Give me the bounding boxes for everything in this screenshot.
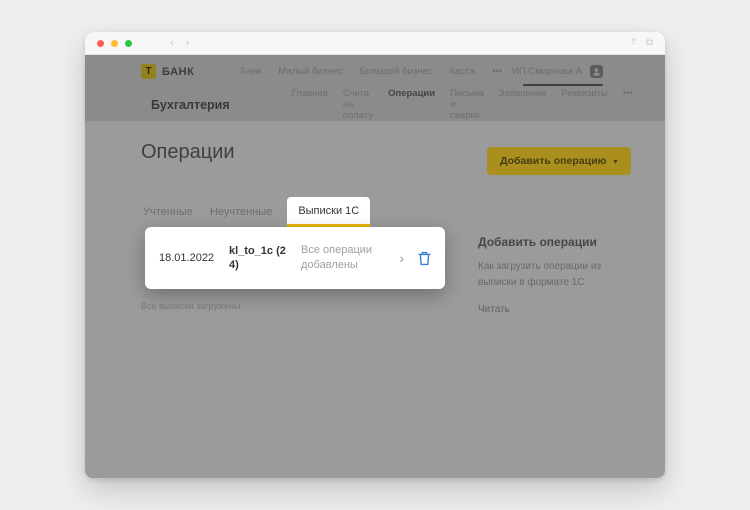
tab-unaccounted[interactable]: Неучтенные — [208, 197, 274, 227]
chevron-right-icon[interactable]: › — [399, 251, 404, 265]
top-nav-more-icon[interactable]: ••• — [492, 66, 502, 77]
tab-1c-statements[interactable]: Выписки 1С — [287, 197, 370, 227]
person-icon — [592, 67, 601, 76]
account-active-underline — [523, 84, 603, 86]
browser-forward-icon[interactable]: › — [186, 38, 190, 49]
subnav-invoices[interactable]: Счета на оплату — [343, 88, 373, 121]
statement-date: 18.01.2022 — [159, 252, 229, 264]
top-nav-kassa[interactable]: Касса — [449, 66, 475, 77]
top-nav: Банк Малый бизнес Большой бизнес Касса •… — [241, 66, 503, 77]
account-menu[interactable]: ИП Смирнова А — [512, 65, 603, 78]
section-navigation-bar: Бухгалтерия Главная Счета на оплату Опер… — [85, 88, 665, 121]
read-link[interactable]: Читать — [478, 304, 510, 315]
add-operation-label: Добавить операцию — [500, 155, 607, 167]
top-nav-bank[interactable]: Банк — [241, 66, 262, 77]
bank-logo[interactable]: Т БАНК — [141, 64, 195, 79]
bank-logo-icon: Т — [141, 64, 156, 79]
statement-file-name: kl_to_1c (24) — [229, 244, 293, 273]
subnav-requisites[interactable]: Реквизиты — [561, 88, 608, 121]
new-tab-icon[interactable]: ⧉ — [646, 38, 653, 48]
browser-back-icon[interactable]: ‹ — [170, 38, 174, 49]
bank-logo-text: БАНК — [162, 66, 195, 78]
browser-window: ‹ › ⤒ ⧉ Т БАНК Банк Малый бизнес Большой… — [85, 32, 665, 478]
page-content: Т БАНК Банк Малый бизнес Большой бизнес … — [85, 55, 665, 477]
subnav-letters[interactable]: Письма и сверки — [450, 88, 484, 121]
zoom-window-button[interactable] — [125, 40, 132, 47]
minimize-window-button[interactable] — [111, 40, 118, 47]
tab-accounted[interactable]: Учтенные — [141, 197, 195, 227]
help-panel: Добавить операции Как загрузить операции… — [478, 235, 620, 317]
help-panel-text: Как загрузить операции из выписки в форм… — [478, 259, 620, 290]
help-panel-title: Добавить операции — [478, 235, 620, 249]
site-header: Т БАНК Банк Малый бизнес Большой бизнес … — [85, 55, 665, 121]
top-nav-small-business[interactable]: Малый бизнес — [278, 66, 342, 77]
subnav-operations[interactable]: Операции — [388, 88, 435, 121]
statement-status: Все операции добавлены — [301, 243, 399, 273]
statement-row[interactable]: 18.01.2022 kl_to_1c (24) Все операции до… — [145, 227, 445, 289]
add-operation-button[interactable]: Добавить операцию ▾ — [487, 147, 631, 175]
trash-icon[interactable] — [418, 251, 431, 266]
subnav-main[interactable]: Главная — [292, 88, 328, 121]
traffic-lights — [97, 40, 132, 47]
page-title: Операции — [141, 141, 235, 164]
top-navigation-bar: Т БАНК Банк Малый бизнес Большой бизнес … — [85, 55, 665, 88]
subnav-more-icon[interactable]: ••• — [623, 88, 633, 121]
section-nav: Главная Счета на оплату Операции Письма … — [292, 88, 633, 121]
avatar — [590, 65, 603, 78]
account-name: ИП Смирнова А — [512, 66, 582, 77]
section-title: Бухгалтерия — [151, 98, 230, 112]
operations-tabs: Учтенные Неучтенные Выписки 1С — [141, 197, 370, 227]
browser-chrome: ‹ › ⤒ ⧉ — [85, 32, 665, 55]
subnav-applications[interactable]: Заявления — [499, 88, 547, 121]
share-icon[interactable]: ⤒ — [631, 38, 635, 48]
statements-footer-note: Все выписки загружены — [141, 301, 241, 311]
close-window-button[interactable] — [97, 40, 104, 47]
top-nav-big-business[interactable]: Большой бизнес — [359, 66, 432, 77]
chevron-down-icon: ▾ — [614, 157, 618, 166]
